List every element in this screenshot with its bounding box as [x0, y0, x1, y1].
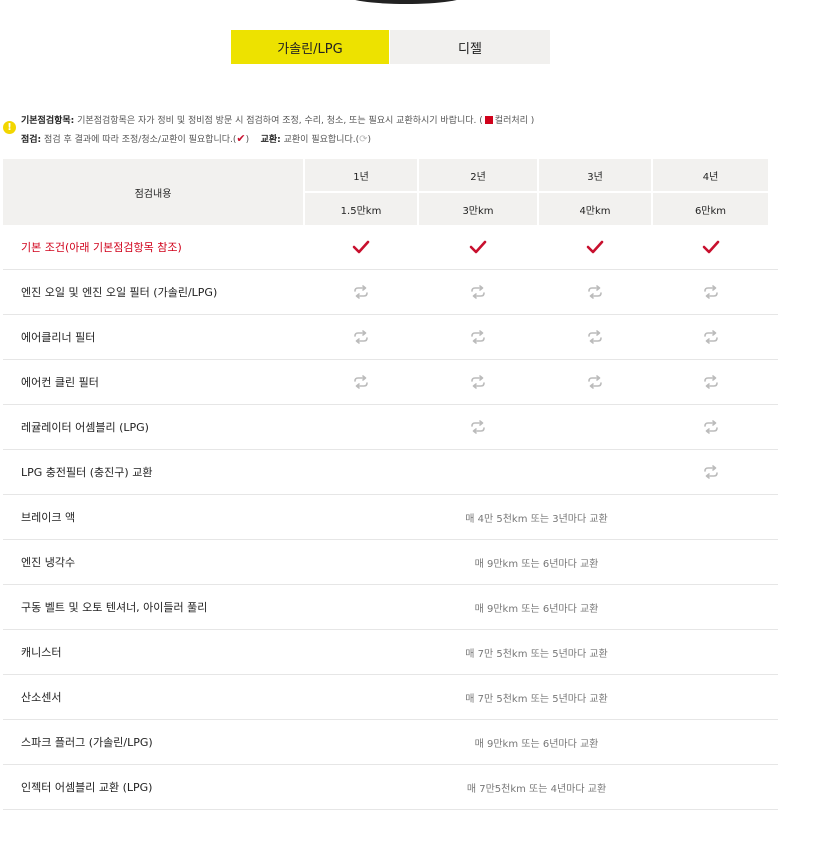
check-icon: ✔	[236, 132, 246, 145]
row-mark-cell	[305, 315, 417, 359]
row-mark-cell	[539, 270, 651, 314]
row-mark-cell	[539, 360, 651, 404]
header-item: 점검내용	[3, 159, 303, 225]
table-row: 캐니스터 매 7만 5천km 또는 5년마다 교환	[3, 630, 778, 675]
row-mark-cell	[539, 405, 651, 449]
table-row: 엔진 오일 및 엔진 오일 필터 (가솔린/LPG)	[3, 270, 778, 315]
table-row: 엔진 냉각수 매 9만km 또는 6년마다 교환	[3, 540, 778, 585]
row-interval-note: 매 9만km 또는 6년마다 교환	[474, 558, 599, 570]
row-mark-cell	[419, 405, 537, 449]
check-icon	[586, 240, 604, 254]
replace-cycle-icon	[354, 375, 368, 389]
row-interval-note: 매 4만 5천km 또는 3년마다 교환	[465, 513, 608, 525]
table-row: 스파크 플러그 (가솔린/LPG) 매 9만km 또는 6년마다 교환	[3, 720, 778, 765]
replace-cycle-icon	[354, 330, 368, 344]
row-mark-cell	[305, 450, 417, 494]
tab-diesel[interactable]: 디젤	[390, 30, 550, 64]
row-mark-cell	[419, 315, 537, 359]
replace-cycle-icon	[703, 330, 718, 344]
replace-cycle-icon	[471, 285, 485, 299]
check-icon	[352, 240, 370, 254]
row-item-name: 산소센서	[21, 691, 62, 704]
replace-cycle-icon	[588, 375, 602, 389]
tab-gasoline-lpg[interactable]: 가솔린/LPG	[231, 30, 389, 64]
header-km-4: 6만km	[653, 193, 768, 225]
row-item-name: LPG 충전필터 (충진구) 교환	[21, 466, 153, 479]
replace-cycle-icon	[703, 285, 718, 299]
product-image-edge	[345, 0, 467, 4]
replace-cycle-icon	[588, 285, 602, 299]
table-row: 구동 벨트 및 오토 텐셔너, 아이들러 풀리 매 9만km 또는 6년마다 교환	[3, 585, 778, 630]
row-mark-cell	[653, 450, 768, 494]
legend-inspect-replace: 점검: 점검 후 결과에 따라 조정/청소/교환이 필요합니다.(✔) 교환: …	[21, 132, 372, 145]
row-mark-cell	[305, 270, 417, 314]
row-mark-cell	[653, 225, 768, 269]
replace-cycle-icon	[354, 285, 368, 299]
replace-cycle-icon	[471, 420, 485, 434]
replace-cycle-icon	[471, 375, 485, 389]
table-row: 레귤레이터 어셈블리 (LPG)	[3, 405, 778, 450]
row-mark-cell	[539, 315, 651, 359]
row-mark-cell	[419, 270, 537, 314]
row-item-name: 에어컨 클린 필터	[21, 376, 99, 389]
legend-basic: 기본점검항목: 기본점검항목은 자가 정비 및 정비점 방문 시 점검하여 조정…	[21, 116, 535, 126]
row-item-name: 캐니스터	[21, 646, 62, 659]
warning-icon: !	[3, 121, 16, 134]
row-mark-cell	[539, 225, 651, 269]
table-row: 기본 조건(아래 기본점검항목 참조)	[3, 225, 778, 270]
header-year-4: 4년	[653, 159, 768, 191]
row-mark-cell	[653, 405, 768, 449]
row-item-name: 레귤레이터 어셈블리 (LPG)	[21, 421, 149, 434]
row-mark-cell	[419, 360, 537, 404]
row-interval-note: 매 7만5천km 또는 4년마다 교환	[466, 783, 607, 795]
row-interval-note: 매 7만 5천km 또는 5년마다 교환	[465, 693, 608, 705]
fuel-type-tabs: 가솔린/LPG 디젤	[231, 30, 550, 64]
replace-cycle-icon: ⟳	[359, 134, 368, 145]
table-row: 산소센서 매 7만 5천km 또는 5년마다 교환	[3, 675, 778, 720]
replace-cycle-icon	[703, 465, 718, 479]
maintenance-table: 점검내용 1년 2년 3년 4년 1.5만km 3만km 4만km 6만km 기…	[3, 159, 778, 810]
row-mark-cell	[305, 225, 417, 269]
row-item-name: 기본 조건(아래 기본점검항목 참조)	[21, 241, 182, 254]
row-item-name: 브레이크 액	[21, 511, 76, 524]
row-mark-cell	[653, 360, 768, 404]
row-mark-cell	[653, 270, 768, 314]
row-mark-cell	[539, 450, 651, 494]
row-item-name: 스파크 플러그 (가솔린/LPG)	[21, 736, 153, 749]
row-interval-note: 매 7만 5천km 또는 5년마다 교환	[465, 648, 608, 660]
row-item-name: 구동 벨트 및 오토 텐셔너, 아이들러 풀리	[21, 601, 208, 614]
replace-cycle-icon	[703, 420, 718, 434]
header-year-1: 1년	[305, 159, 417, 191]
header-km-2: 3만km	[419, 193, 537, 225]
check-icon	[469, 240, 487, 254]
row-item-name: 엔진 오일 및 엔진 오일 필터 (가솔린/LPG)	[21, 286, 218, 299]
table-header: 점검내용 1년 2년 3년 4년 1.5만km 3만km 4만km 6만km	[3, 159, 778, 225]
row-item-name: 엔진 냉각수	[21, 556, 76, 569]
row-item-name: 에어클리너 필터	[21, 331, 96, 344]
replace-cycle-icon	[703, 375, 718, 389]
table-row: LPG 충전필터 (충진구) 교환	[3, 450, 778, 495]
red-square-icon	[484, 116, 493, 124]
row-mark-cell	[419, 450, 537, 494]
table-row: 에어컨 클린 필터	[3, 360, 778, 405]
header-km-3: 4만km	[539, 193, 651, 225]
header-year-3: 3년	[539, 159, 651, 191]
table-body: 기본 조건(아래 기본점검항목 참조) 엔진 오일 및 엔진 오일 필터 (가솔린…	[3, 225, 778, 810]
row-mark-cell	[419, 225, 537, 269]
table-row: 인젝터 어셈블리 교환 (LPG) 매 7만5천km 또는 4년마다 교환	[3, 765, 778, 810]
table-row: 에어클리너 필터	[3, 315, 778, 360]
row-interval-note: 매 9만km 또는 6년마다 교환	[474, 603, 599, 615]
row-interval-note: 매 9만km 또는 6년마다 교환	[474, 738, 599, 750]
header-km-1: 1.5만km	[305, 193, 417, 225]
table-row: 브레이크 액 매 4만 5천km 또는 3년마다 교환	[3, 495, 778, 540]
replace-cycle-icon	[471, 330, 485, 344]
row-mark-cell	[653, 315, 768, 359]
header-year-2: 2년	[419, 159, 537, 191]
row-mark-cell	[305, 360, 417, 404]
check-icon	[702, 240, 719, 254]
row-mark-cell	[305, 405, 417, 449]
row-item-name: 인젝터 어셈블리 교환 (LPG)	[21, 781, 153, 794]
legend: ! 기본점검항목: 기본점검항목은 자가 정비 및 정비점 방문 시 점검하여 …	[3, 113, 534, 149]
replace-cycle-icon	[588, 330, 602, 344]
